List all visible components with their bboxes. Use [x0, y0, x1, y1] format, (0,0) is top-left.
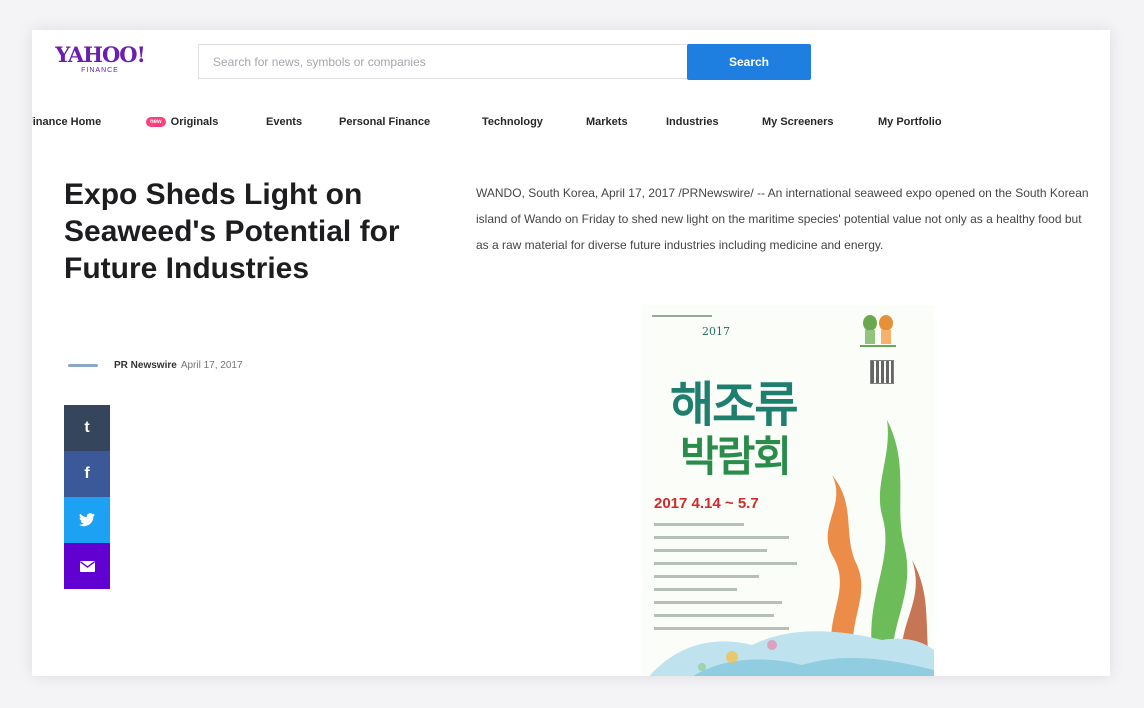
main-nav: Finance Home new Originals Events Person… — [32, 114, 1110, 134]
nav-item-label: Personal Finance — [339, 116, 431, 128]
mascot-icon — [858, 313, 898, 354]
yahoo-finance-logo[interactable]: YAHOO! FINANCE — [50, 44, 150, 75]
tumblr-icon: t — [84, 419, 90, 436]
nav-item-industries[interactable]: Industries — [666, 116, 719, 128]
poster-info-line — [654, 614, 774, 617]
poster-info-line — [654, 601, 782, 604]
poster-info-line — [654, 523, 744, 526]
share-bar: t f — [64, 405, 110, 589]
expo-poster-image: 2017 해조류 박람회 2017 4.14 ~ 5.7 — [642, 305, 934, 676]
nav-item-my-screeners[interactable]: My Screeners — [762, 116, 834, 128]
nav-item-finance-home[interactable]: Finance Home — [32, 116, 101, 128]
search-button[interactable]: Search — [687, 44, 811, 80]
mail-icon — [79, 560, 95, 572]
poster-info-line — [654, 575, 759, 578]
nav-item-personal-finance[interactable]: Personal Finance — [339, 116, 430, 128]
provider-logo[interactable] — [68, 361, 98, 370]
nav-item-events[interactable]: Events — [266, 116, 302, 128]
page-frame: YAHOO! FINANCE Search Finance Home new O… — [32, 30, 1110, 676]
logo-sub-text: FINANCE — [81, 67, 119, 74]
logo-main-text: YAHOO! — [55, 42, 146, 67]
tumblr-share-button[interactable]: t — [64, 405, 110, 451]
nav-item-markets[interactable]: Markets — [586, 116, 628, 128]
article-body: WANDO, South Korea, April 17, 2017 /PRNe… — [476, 186, 1089, 252]
article-source[interactable]: PR Newswire — [114, 360, 177, 371]
nav-item-label: Technology — [482, 116, 543, 128]
twitter-icon — [79, 513, 95, 527]
poster-title-line2: 박람회 — [680, 432, 792, 481]
nav-item-label: Markets — [586, 116, 628, 128]
qr-code-icon — [870, 360, 894, 384]
nav-item-label: Originals — [170, 116, 219, 128]
article-date: April 17, 2017 — [180, 360, 243, 371]
article-byline: PR Newswire April 17, 2017 — [68, 360, 243, 371]
poster-info-line — [654, 536, 789, 539]
poster-info-line — [654, 562, 797, 565]
facebook-share-button[interactable]: f — [64, 451, 110, 497]
article-headline: Expo Sheds Light on Seaweed's Potential … — [64, 178, 400, 285]
nav-item-technology[interactable]: Technology — [482, 116, 543, 128]
twitter-share-button[interactable] — [64, 497, 110, 543]
poster-info-line — [654, 549, 767, 552]
poster-year: 2017 — [702, 325, 730, 338]
facebook-icon: f — [84, 465, 90, 482]
nav-item-label: My Screeners — [762, 116, 834, 128]
poster-info-line — [654, 588, 737, 591]
poster-top-line — [652, 315, 712, 317]
poster-dates: 2017 4.14 ~ 5.7 — [654, 495, 759, 512]
poster-info-lines — [654, 523, 804, 640]
nav-item-label: Events — [266, 116, 303, 128]
nav-item-label: Finance Home — [32, 116, 102, 128]
nav-item-label: My Portfolio — [878, 116, 942, 128]
nav-item-label: Industries — [666, 116, 719, 128]
nav-item-my-portfolio[interactable]: My Portfolio — [878, 116, 942, 128]
nav-item-originals[interactable]: new Originals — [146, 116, 218, 128]
search-input[interactable] — [198, 44, 688, 79]
mail-share-button[interactable] — [64, 543, 110, 589]
new-badge: new — [146, 117, 166, 127]
poster-info-line — [654, 627, 789, 630]
